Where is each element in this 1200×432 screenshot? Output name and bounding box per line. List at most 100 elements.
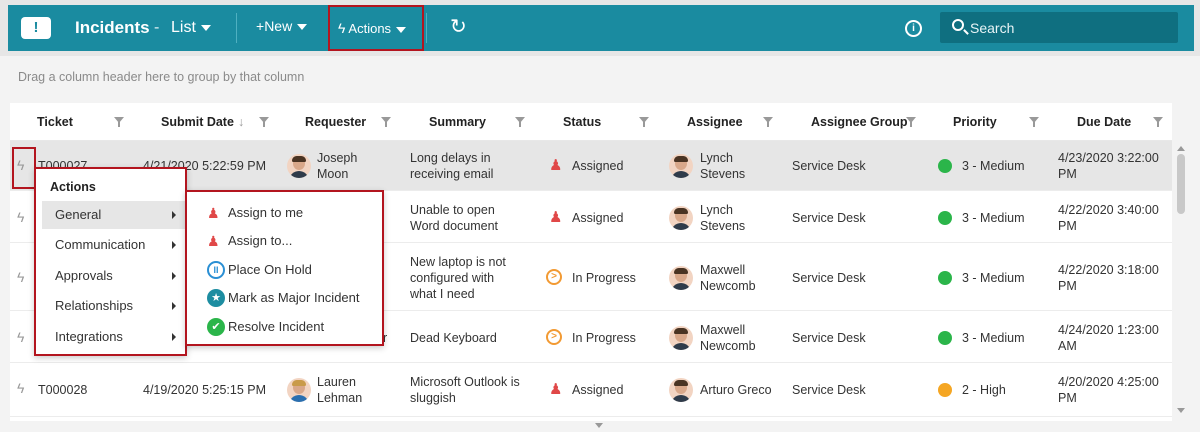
column-header-submit-date[interactable]: Submit Date ↓ xyxy=(161,103,244,141)
submenu-item-label: Assign to... xyxy=(228,233,293,248)
vertical-scrollbar[interactable] xyxy=(1175,142,1187,420)
chevron-down-icon xyxy=(396,26,407,33)
assignee-name: Arturo Greco xyxy=(700,383,772,397)
filter-icon[interactable] xyxy=(259,117,269,127)
menu-item-label: General xyxy=(55,207,102,222)
scroll-up-icon[interactable] xyxy=(1177,146,1185,151)
chevron-right-icon xyxy=(172,272,176,280)
status-label: Assigned xyxy=(572,211,624,225)
row-actions-bolt-icon[interactable]: ϟ xyxy=(17,380,24,396)
due-date: 4/22/2020 3:18:00 PM xyxy=(1058,263,1159,293)
sort-descending-icon[interactable]: ↓ xyxy=(238,115,244,129)
filter-icon[interactable] xyxy=(114,117,124,127)
view-selector[interactable]: List xyxy=(171,19,211,37)
column-header-due-date[interactable]: Due Date xyxy=(1077,103,1131,141)
info-icon[interactable]: i xyxy=(905,20,922,37)
requester-name: Joseph Moon xyxy=(317,151,358,181)
status-label: In Progress xyxy=(572,331,636,345)
ticket-icon: ! xyxy=(21,17,51,39)
place-on-hold-item[interactable]: II Place On Hold xyxy=(187,256,382,284)
group-hint[interactable]: Drag a column header here to group by th… xyxy=(18,70,304,84)
summary: New laptop is not configured with what I n… xyxy=(410,255,506,301)
app-header: ! Incidents - List +New ϟ Actions ↻ i xyxy=(8,5,1194,51)
chevron-right-icon xyxy=(172,241,176,249)
filter-icon[interactable] xyxy=(906,117,916,127)
menu-item-label: Communication xyxy=(55,237,146,252)
menu-item-label: Integrations xyxy=(55,329,123,344)
title-separator: - xyxy=(154,19,160,36)
row-actions-bolt-icon[interactable]: ϟ xyxy=(17,209,24,225)
filter-icon[interactable] xyxy=(1029,117,1039,127)
view-selector-label: List xyxy=(171,19,196,36)
priority-dot-icon xyxy=(938,331,952,345)
filter-icon[interactable] xyxy=(763,117,773,127)
filter-icon[interactable] xyxy=(1153,117,1163,127)
chevron-down-icon[interactable] xyxy=(595,423,603,428)
search-input[interactable] xyxy=(970,12,1170,43)
menu-item-approvals[interactable]: Approvals xyxy=(42,262,186,290)
avatar xyxy=(669,206,693,230)
column-header-assignee-group[interactable]: Assignee Group xyxy=(811,103,908,141)
row-actions-highlight xyxy=(12,147,36,189)
status-label: In Progress xyxy=(572,271,636,285)
actions-menu: Actions General Communication Approvals … xyxy=(34,167,187,356)
submenu-item-label: Place On Hold xyxy=(228,262,312,277)
assignee-name: Lynch Stevens xyxy=(700,203,746,233)
menu-item-integrations[interactable]: Integrations xyxy=(42,323,186,351)
avatar xyxy=(287,378,311,402)
column-header-priority[interactable]: Priority xyxy=(953,103,997,141)
top-bar: ! Incidents - List +New ϟ Actions ↻ i xyxy=(0,0,1200,56)
refresh-icon[interactable]: ↻ xyxy=(450,14,467,39)
row-actions-bolt-icon[interactable]: ϟ xyxy=(17,269,24,285)
plus-icon: + xyxy=(256,18,265,34)
filter-icon[interactable] xyxy=(381,117,391,127)
divider xyxy=(236,13,237,43)
due-date: 4/20/2020 4:25:00 PM xyxy=(1058,375,1159,405)
assignee-group: Service Desk xyxy=(792,159,866,173)
assignee-name: Maxwell Newcomb xyxy=(700,323,756,353)
resolve-incident-item[interactable]: ✔ Resolve Incident xyxy=(187,313,382,341)
submit-date: 4/19/2020 5:25:15 PM xyxy=(143,383,267,397)
column-header-ticket[interactable]: Ticket xyxy=(37,103,73,141)
in-progress-status-icon: > xyxy=(546,269,562,285)
column-header-assignee[interactable]: Assignee xyxy=(687,103,743,141)
bolt-icon: ϟ xyxy=(338,20,346,36)
assign-icon: ♟ xyxy=(207,233,220,249)
summary: Long delays in receiving email xyxy=(410,151,494,181)
chevron-right-icon xyxy=(172,302,176,310)
assignee-group: Service Desk xyxy=(792,211,866,225)
filter-icon[interactable] xyxy=(639,117,649,127)
new-button[interactable]: +New xyxy=(256,18,308,34)
column-header-requester[interactable]: Requester xyxy=(305,103,366,141)
actions-button[interactable]: ϟ Actions xyxy=(328,5,424,51)
search-box[interactable] xyxy=(940,12,1178,43)
ticket-id[interactable]: T000028 xyxy=(38,382,87,398)
avatar xyxy=(669,378,693,402)
mark-major-incident-item[interactable]: ★ Mark as Major Incident xyxy=(187,284,382,312)
table-row[interactable]: ϟ T000028 4/19/2020 5:25:15 PM Lauren Leh… xyxy=(10,363,1172,417)
summary: Microsoft Outlook is sluggish xyxy=(410,375,520,405)
requester-name: Lauren Lehman xyxy=(317,375,363,405)
menu-item-relationships[interactable]: Relationships xyxy=(42,292,186,320)
scroll-down-icon[interactable] xyxy=(1177,408,1185,413)
menu-item-general[interactable]: General xyxy=(42,201,186,229)
priority-label: 3 - Medium xyxy=(962,331,1025,345)
general-submenu: ♟ Assign to me ♟ Assign to... II Place On H… xyxy=(185,190,384,346)
in-progress-status-icon: > xyxy=(546,329,562,345)
priority-dot-icon xyxy=(938,383,952,397)
assign-to-item[interactable]: ♟ Assign to... xyxy=(187,227,382,255)
filter-icon[interactable] xyxy=(515,117,525,127)
assigned-status-icon: ♟ xyxy=(549,381,563,398)
menu-item-label: Approvals xyxy=(55,268,113,283)
scroll-thumb[interactable] xyxy=(1177,154,1185,214)
divider xyxy=(426,13,427,43)
assignee-name: Maxwell Newcomb xyxy=(700,263,756,293)
due-date: 4/24/2020 1:23:00 AM xyxy=(1058,323,1159,353)
chevron-down-icon xyxy=(297,24,308,31)
menu-item-communication[interactable]: Communication xyxy=(42,231,186,259)
row-actions-bolt-icon[interactable]: ϟ xyxy=(17,329,24,345)
column-header-summary[interactable]: Summary xyxy=(429,103,486,141)
assign-to-me-item[interactable]: ♟ Assign to me xyxy=(187,199,382,227)
column-header-status[interactable]: Status xyxy=(563,103,601,141)
menu-item-label: Relationships xyxy=(55,298,134,313)
